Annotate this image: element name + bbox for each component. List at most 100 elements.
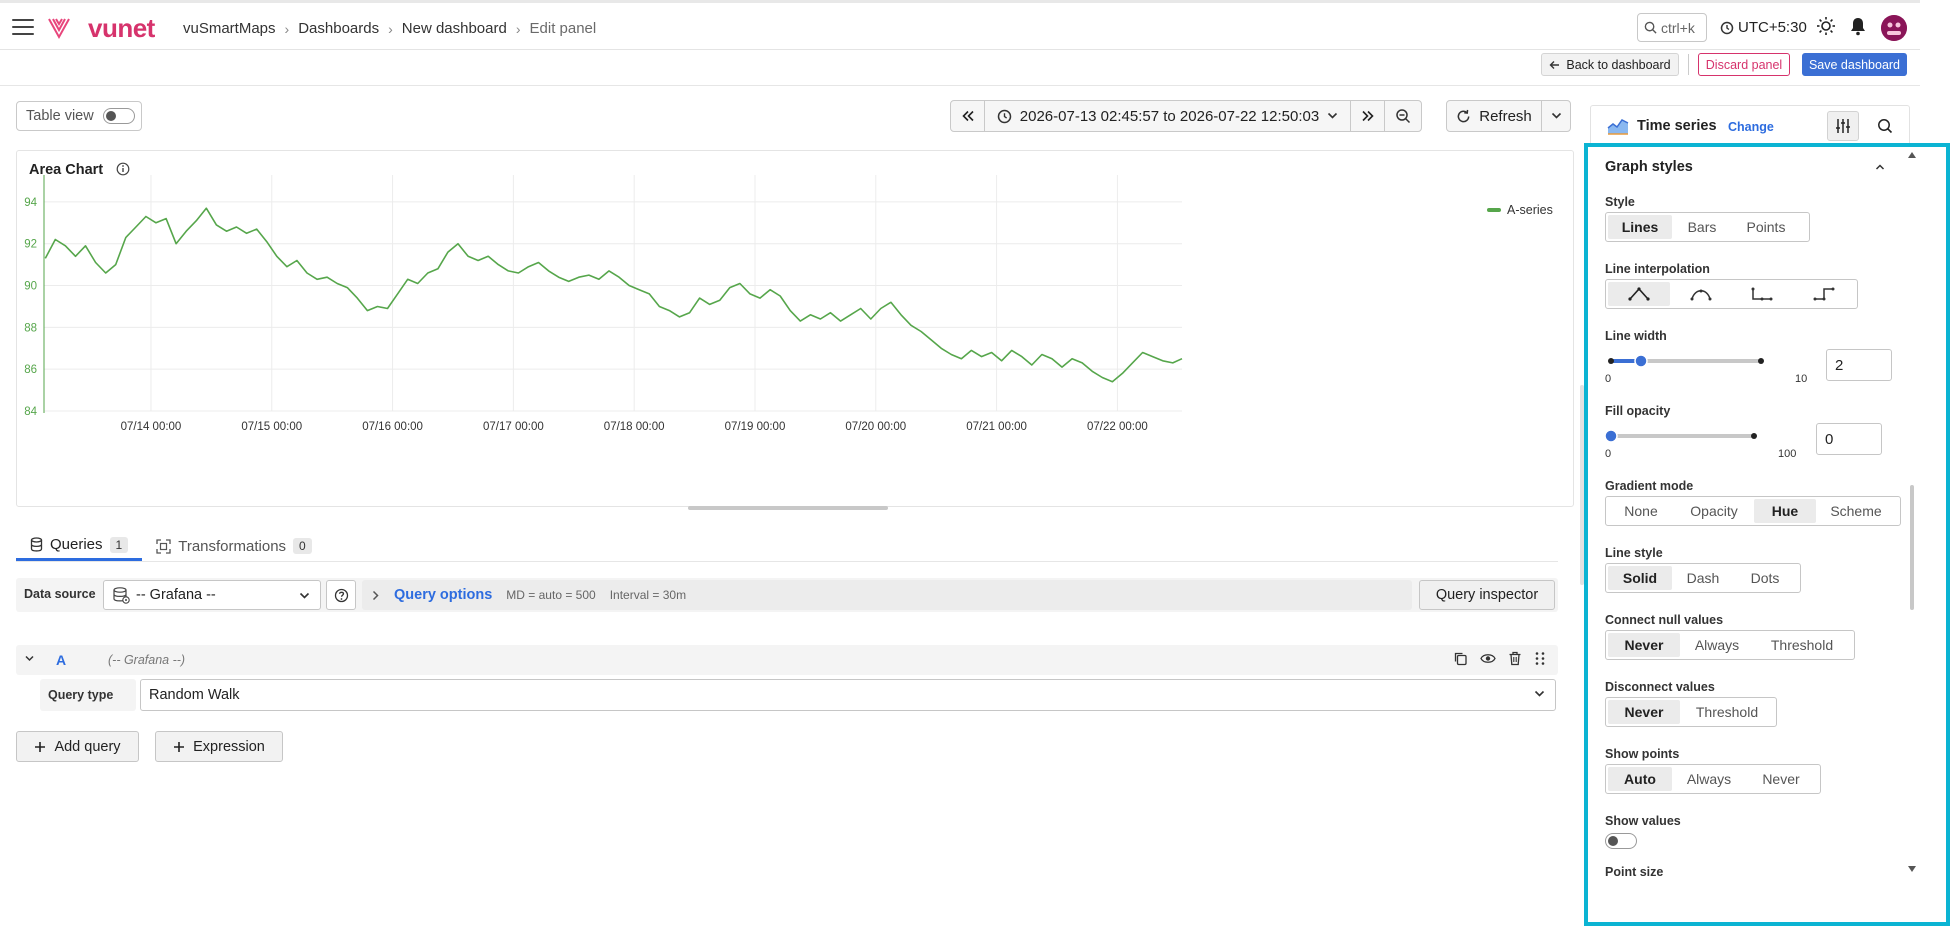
slider-handle [1634, 354, 1648, 368]
timezone-button[interactable]: UTC+5:30 [1720, 19, 1807, 36]
disconnect-option-threshold[interactable]: Threshold [1680, 700, 1774, 724]
line-width-label: Line width [1605, 329, 1667, 343]
tab-transformations[interactable]: Transformations 0 [142, 531, 326, 561]
add-query-button[interactable]: Add query [16, 731, 139, 762]
line-width-input[interactable]: 2 [1826, 349, 1892, 381]
query-ref-id[interactable]: A [56, 652, 66, 668]
disconnect-option-never[interactable]: Never [1608, 700, 1680, 724]
tab-queries[interactable]: Queries 1 [16, 531, 143, 561]
search-options-button[interactable] [1869, 111, 1901, 141]
data-source-label: Data source [24, 587, 96, 601]
panel-options-button[interactable] [1827, 111, 1859, 141]
save-dashboard-button[interactable]: Save dashboard [1802, 53, 1907, 76]
show-points-option-auto[interactable]: Auto [1608, 767, 1672, 791]
breadcrumb-new-dashboard[interactable]: New dashboard [402, 20, 507, 37]
connect-option-always[interactable]: Always [1680, 633, 1754, 657]
style-option-bars[interactable]: Bars [1672, 215, 1732, 239]
chevron-down-icon [1551, 112, 1561, 119]
horizontal-scrollbar[interactable] [688, 506, 888, 510]
zoom-out-button[interactable] [1385, 101, 1421, 131]
chevron-right-icon [372, 590, 379, 600]
interp-smooth-option[interactable] [1670, 282, 1732, 306]
y-tick-label: 94 [24, 197, 37, 209]
add-expression-button[interactable]: Expression [155, 731, 283, 762]
time-series-chart[interactable]: 84 86 88 90 92 94 07/14 00:00 07/15 00:00 07/16 … [17, 151, 1575, 508]
query-row-a: A (-- Grafana --) [16, 645, 1558, 675]
drag-handle-icon[interactable] [1534, 651, 1546, 666]
line-width-slider[interactable] [1605, 351, 1805, 371]
table-view-switch[interactable] [102, 108, 135, 124]
time-range-picker[interactable]: 2026-07-13 02:45:57 to 2026-07-22 12:50:… [985, 101, 1351, 131]
gradient-option-none[interactable]: None [1608, 499, 1674, 523]
refresh-interval-dropdown[interactable] [1542, 101, 1570, 131]
question-circle-icon [334, 588, 348, 602]
options-scrollbar[interactable] [1910, 485, 1914, 610]
breadcrumb-dashboards[interactable]: Dashboards [298, 20, 379, 37]
fill-opacity-input[interactable]: 0 [1816, 423, 1882, 455]
show-points-option-never[interactable]: Never [1746, 767, 1816, 791]
menu-icon[interactable] [12, 19, 34, 35]
query-tabs: Queries 1 Transformations 0 [16, 531, 326, 561]
table-view-toggle[interactable]: Table view [16, 101, 142, 131]
line-style-option-dots[interactable]: Dots [1734, 566, 1796, 590]
show-points-option-always[interactable]: Always [1672, 767, 1746, 791]
plus-icon [174, 741, 185, 752]
interp-step-before-icon [1751, 287, 1773, 301]
gradient-option-opacity[interactable]: Opacity [1674, 499, 1754, 523]
interp-linear-option[interactable] [1608, 282, 1670, 306]
gradient-option-scheme[interactable]: Scheme [1816, 499, 1896, 523]
style-label: Style [1605, 195, 1635, 209]
style-option-points[interactable]: Points [1732, 215, 1800, 239]
query-inspector-button[interactable]: Query inspector [1419, 580, 1555, 610]
back-to-dashboard-button[interactable]: Back to dashboard [1541, 53, 1679, 76]
scroll-down-icon[interactable] [1908, 866, 1916, 872]
change-visualization-link[interactable]: Change [1728, 120, 1774, 134]
toolbar-divider [1688, 54, 1689, 75]
gradient-option-hue[interactable]: Hue [1754, 499, 1816, 523]
tabs-divider [16, 561, 1558, 562]
refresh-button[interactable]: Refresh [1447, 101, 1542, 131]
discard-panel-button[interactable]: Discard panel [1698, 53, 1790, 76]
chevron-down-icon[interactable] [24, 653, 35, 664]
line-style-option-dash[interactable]: Dash [1672, 566, 1734, 590]
fill-opacity-slider[interactable] [1605, 426, 1795, 446]
theme-sun-icon[interactable] [1816, 16, 1836, 36]
refresh-label: Refresh [1479, 107, 1532, 125]
data-source-select[interactable]: -- Grafana -- [103, 580, 321, 610]
visualization-header: Time series Change [1590, 105, 1910, 147]
x-tick-label: 07/19 00:00 [725, 421, 786, 433]
search-button[interactable]: ctrl+k [1637, 13, 1707, 42]
slider-max-dot [1751, 433, 1757, 439]
scroll-up-icon[interactable] [1908, 152, 1916, 158]
show-values-toggle[interactable] [1605, 833, 1637, 849]
breadcrumb-vusmartmaps[interactable]: vuSmartMaps [183, 20, 276, 37]
time-shift-back-button[interactable] [951, 101, 985, 131]
connect-option-threshold[interactable]: Threshold [1754, 633, 1850, 657]
time-shift-forward-button[interactable] [1351, 101, 1385, 131]
query-options-bar[interactable]: Query options MD = auto = 500 Interval =… [362, 580, 1412, 610]
line-style-option-solid[interactable]: Solid [1608, 566, 1672, 590]
query-datasource-hint: (-- Grafana --) [108, 653, 186, 667]
time-picker-group: 2026-07-13 02:45:57 to 2026-07-22 12:50:… [950, 100, 1422, 132]
data-source-value: -- Grafana -- [136, 587, 216, 603]
chevron-up-icon[interactable] [1875, 163, 1885, 171]
slider-max-dot [1758, 358, 1764, 364]
duplicate-icon[interactable] [1453, 651, 1468, 666]
interp-step-after-option[interactable] [1793, 282, 1855, 306]
data-source-help-button[interactable] [326, 580, 356, 610]
query-type-select[interactable]: Random Walk [140, 679, 1556, 711]
double-chevron-left-icon [961, 110, 974, 122]
connect-option-never[interactable]: Never [1608, 633, 1680, 657]
avatar[interactable] [1881, 15, 1907, 41]
query-actions [1453, 651, 1546, 666]
y-tick-label: 90 [24, 281, 37, 293]
interp-step-before-option[interactable] [1732, 282, 1794, 306]
query-options-label[interactable]: Query options [394, 587, 492, 603]
x-tick-label: 07/14 00:00 [121, 421, 182, 433]
trash-icon[interactable] [1508, 651, 1522, 666]
style-option-lines[interactable]: Lines [1608, 215, 1672, 239]
transform-icon [156, 538, 171, 554]
notification-bell-icon[interactable] [1849, 16, 1867, 36]
eye-icon[interactable] [1480, 651, 1496, 666]
graph-styles-title[interactable]: Graph styles [1605, 159, 1693, 175]
